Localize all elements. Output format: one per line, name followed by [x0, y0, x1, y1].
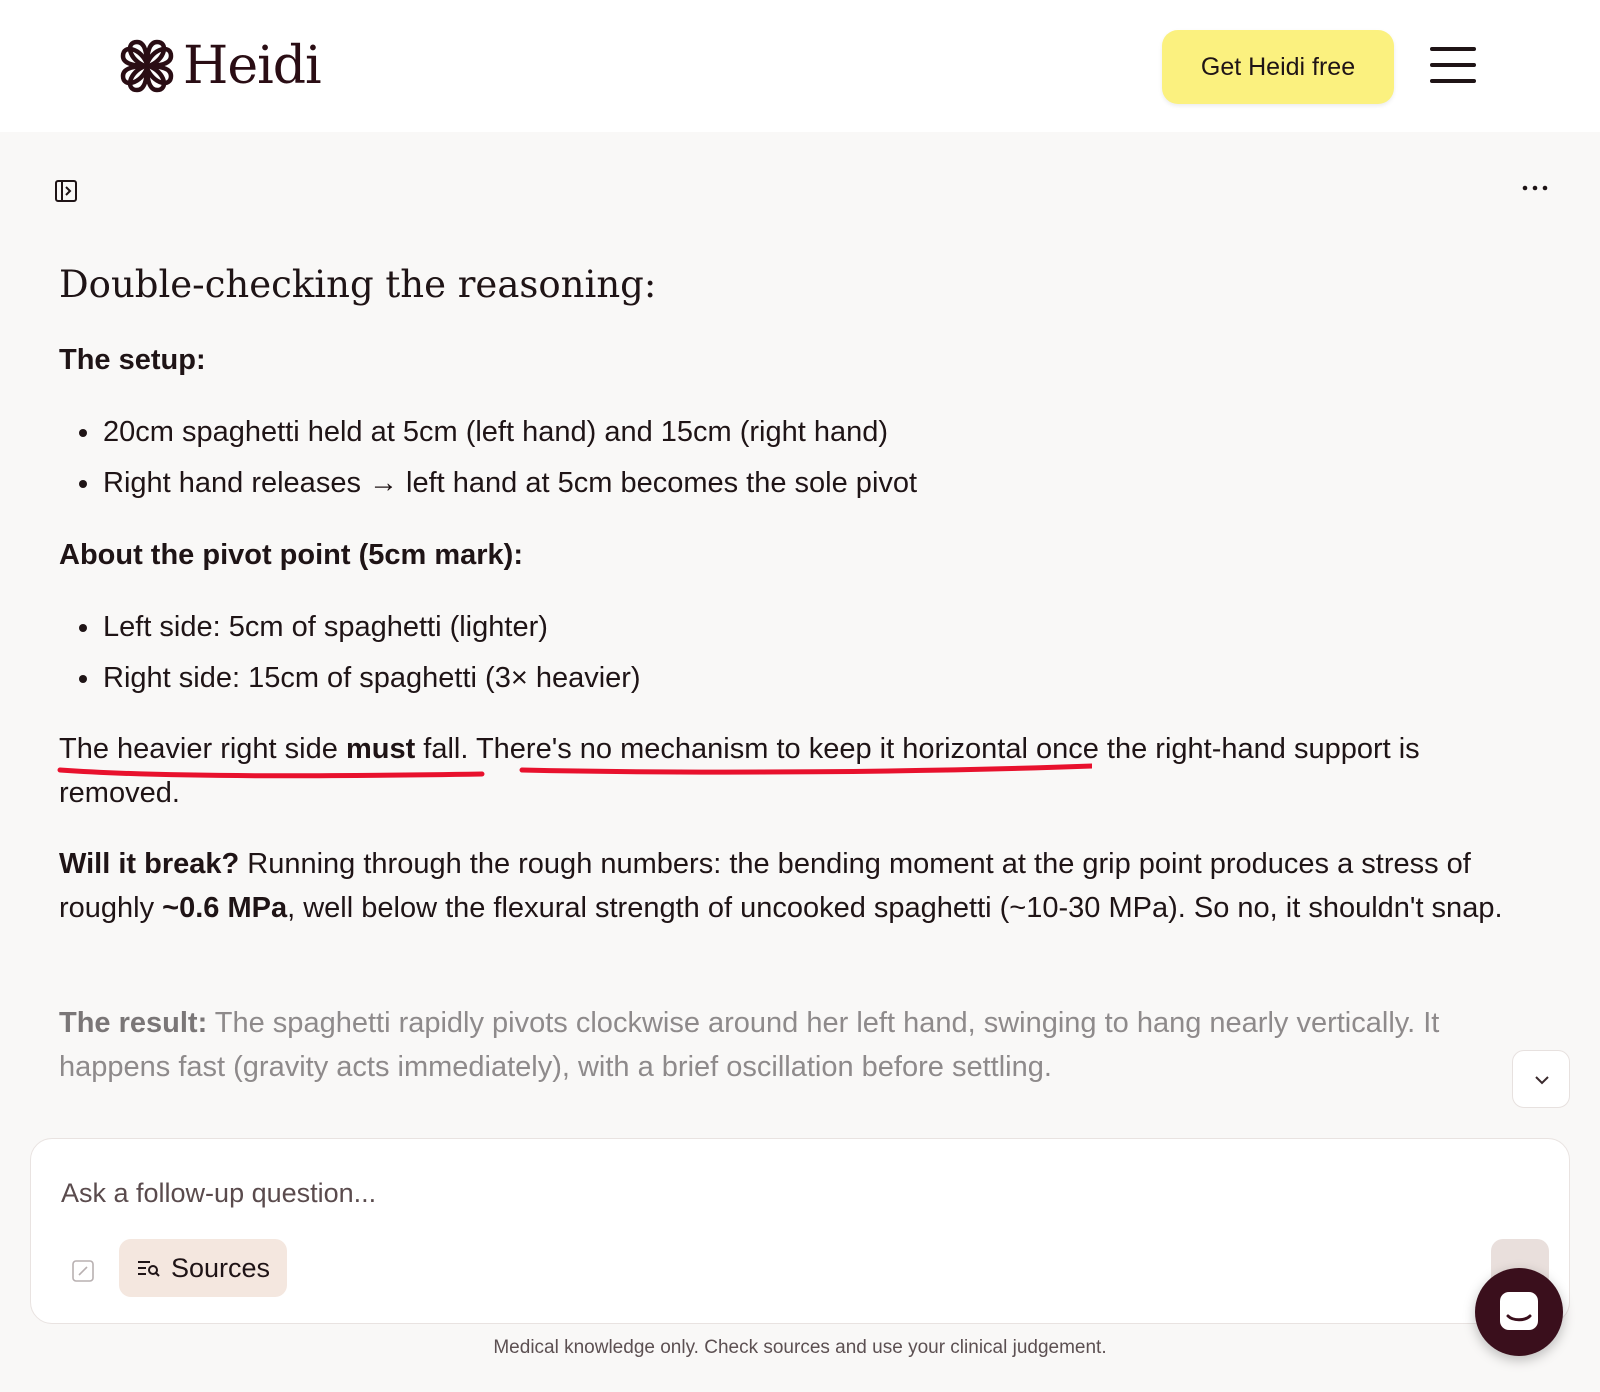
answer-heading: Double-checking the reasoning: [59, 263, 657, 306]
top-navigation-bar: Heidi Get Heidi free [0, 0, 1600, 132]
heidi-logo-icon [120, 39, 174, 93]
list-item: Right hand releases → left hand at 5cm b… [78, 458, 917, 509]
sources-search-icon [138, 1261, 160, 1277]
sources-button[interactable]: Sources [119, 1239, 287, 1297]
brand-name: Heidi [183, 36, 322, 96]
setup-list: 20cm spaghetti held at 5cm (left hand) a… [78, 407, 917, 509]
pivot-list: Left side: 5cm of spaghetti (lighter) Ri… [79, 602, 641, 704]
support-chat-button[interactable] [1475, 1268, 1563, 1356]
list-item: Right side: 15cm of spaghetti (3× heavie… [79, 653, 641, 704]
list-item: 20cm spaghetti held at 5cm (left hand) a… [78, 407, 917, 458]
red-underline-annotation [57, 763, 1092, 779]
scroll-down-button[interactable] [1512, 1050, 1570, 1108]
heidi-logo[interactable]: Heidi [117, 36, 322, 96]
pivot-title: About the pivot point (5cm mark): [59, 539, 523, 571]
attachment-checkbox-icon[interactable] [71, 1259, 95, 1283]
follow-up-composer: Sources [30, 1138, 1570, 1324]
menu-icon[interactable] [1430, 45, 1476, 85]
get-heidi-free-button[interactable]: Get Heidi free [1162, 30, 1394, 104]
disclaimer-text: Medical knowledge only. Check sources an… [493, 1337, 1107, 1358]
chevron-down-icon [1535, 1076, 1549, 1085]
follow-up-input[interactable] [61, 1173, 1061, 1213]
break-paragraph: Will it break? Running through the rough… [59, 848, 1503, 924]
chat-icon [1500, 1292, 1538, 1330]
setup-title: The setup: [59, 344, 206, 376]
list-item: Left side: 5cm of spaghetti (lighter) [79, 602, 641, 653]
sidebar-toggle-icon[interactable] [54, 179, 78, 203]
result-paragraph: The result: The spaghetti rapidly pivots… [59, 1007, 1440, 1083]
more-options-icon[interactable] [1520, 178, 1550, 198]
